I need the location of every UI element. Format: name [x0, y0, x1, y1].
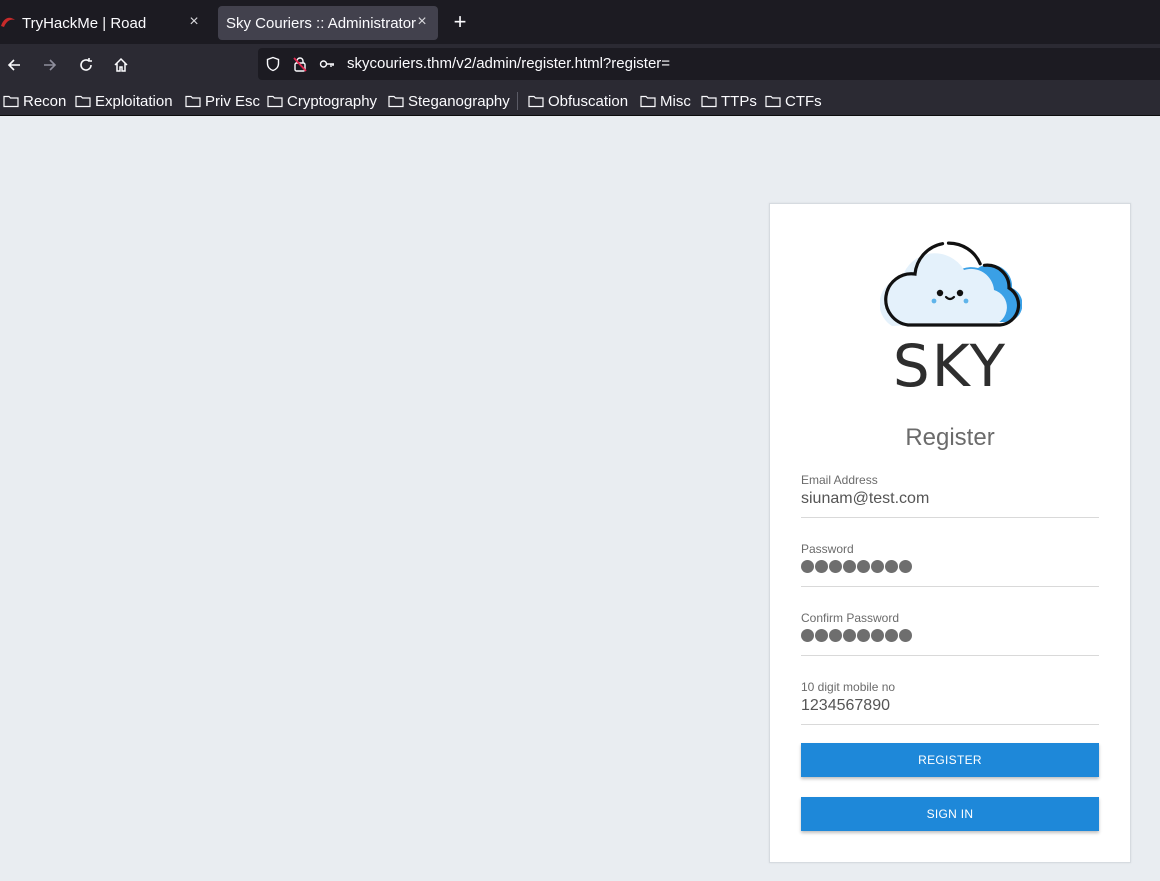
mobile-number-field-label: 10 digit mobile no: [801, 680, 896, 694]
confirm-password-mask[interactable]: [801, 629, 912, 642]
tab-title: Sky Couriers :: Administrator: [226, 14, 417, 32]
insecure-lock-icon[interactable]: [292, 56, 308, 72]
email-field-value[interactable]: siunam@test.com: [801, 490, 929, 508]
bookmark-label: Obfuscation: [548, 92, 629, 110]
key-icon[interactable]: [319, 56, 335, 72]
navigation-bar: skycouriers.thm/v2/admin/register.html?r…: [0, 44, 1160, 86]
bookmark-folder-cryptography[interactable]: Cryptography: [267, 91, 377, 111]
cloud-logo-icon: [880, 241, 1022, 327]
bookmark-label: CTFs: [785, 92, 822, 110]
tab-sky-couriers[interactable]: Sky Couriers :: Administrator ×: [218, 6, 438, 40]
bookmark-folder-priv-esc[interactable]: Priv Esc: [185, 91, 260, 111]
mobile-number-field[interactable]: 10 digit mobile no 1234567890: [801, 680, 1099, 725]
reload-icon[interactable]: [74, 53, 98, 77]
bookmark-folder-ctfs[interactable]: CTFs: [765, 91, 822, 111]
brand-wordmark: SKY: [892, 332, 1008, 400]
folder-icon: [765, 95, 781, 108]
bookmark-folder-obfuscation[interactable]: Obfuscation: [528, 91, 628, 111]
confirm-password-field-label: Confirm Password: [801, 611, 900, 625]
folder-icon: [3, 95, 19, 108]
bookmark-label: Recon: [23, 92, 67, 110]
folder-icon: [701, 95, 717, 108]
bookmark-label: TTPs: [721, 92, 757, 110]
folder-icon: [528, 95, 544, 108]
bookmark-label: Cryptography: [287, 92, 378, 110]
email-field[interactable]: Email Address siunam@test.com: [801, 473, 1099, 518]
password-mask[interactable]: [801, 560, 912, 573]
address-bar[interactable]: skycouriers.thm/v2/admin/register.html?r…: [258, 48, 1160, 80]
tab-strip: TryHackMe | Road × Sky Couriers :: Admin…: [0, 0, 1160, 44]
bookmark-separator: [517, 92, 518, 110]
register-card: SKY Register Email Address siunam@test.c…: [769, 203, 1131, 863]
forward-arrow-icon[interactable]: [38, 53, 62, 77]
new-tab-icon[interactable]: +: [448, 10, 472, 34]
password-field[interactable]: Password: [801, 542, 1099, 587]
close-tab-icon[interactable]: ×: [414, 13, 430, 31]
email-field-label: Email Address: [801, 473, 878, 487]
folder-icon: [185, 95, 201, 108]
dragon-favicon-icon: [1, 17, 15, 27]
bookmark-folder-steganography[interactable]: Steganography: [388, 91, 510, 111]
shield-icon[interactable]: [265, 56, 281, 72]
home-icon[interactable]: [109, 53, 133, 77]
folder-icon: [640, 95, 656, 108]
close-tab-icon[interactable]: ×: [186, 13, 202, 31]
bookmark-folder-recon[interactable]: Recon: [3, 91, 66, 111]
bookmark-folder-ttps[interactable]: TTPs: [701, 91, 757, 111]
bookmark-folder-misc[interactable]: Misc: [640, 91, 691, 111]
folder-icon: [388, 95, 404, 108]
bookmark-label: Misc: [660, 92, 691, 110]
folder-icon: [75, 95, 91, 108]
confirm-password-field[interactable]: Confirm Password: [801, 611, 1099, 656]
bookmark-label: Priv Esc: [205, 92, 261, 110]
tab-tryhackme[interactable]: TryHackMe | Road ×: [0, 6, 210, 40]
folder-icon: [267, 95, 283, 108]
bookmark-label: Steganography: [408, 92, 510, 110]
back-arrow-icon[interactable]: [2, 53, 26, 77]
sign-in-button[interactable]: SIGN IN: [801, 797, 1099, 831]
url-text: skycouriers.thm/v2/admin/register.html?r…: [347, 55, 671, 72]
register-button[interactable]: REGISTER: [801, 743, 1099, 777]
mobile-number-field-value[interactable]: 1234567890: [801, 697, 890, 715]
bookmarks-toolbar: Recon Exploitation Priv Esc Cryptography…: [0, 86, 1160, 116]
form-title: Register: [905, 424, 995, 451]
password-field-label: Password: [801, 542, 854, 556]
bookmark-label: Exploitation: [95, 92, 173, 110]
bookmark-folder-exploitation[interactable]: Exploitation: [75, 91, 173, 111]
tab-title: TryHackMe | Road: [22, 14, 147, 32]
